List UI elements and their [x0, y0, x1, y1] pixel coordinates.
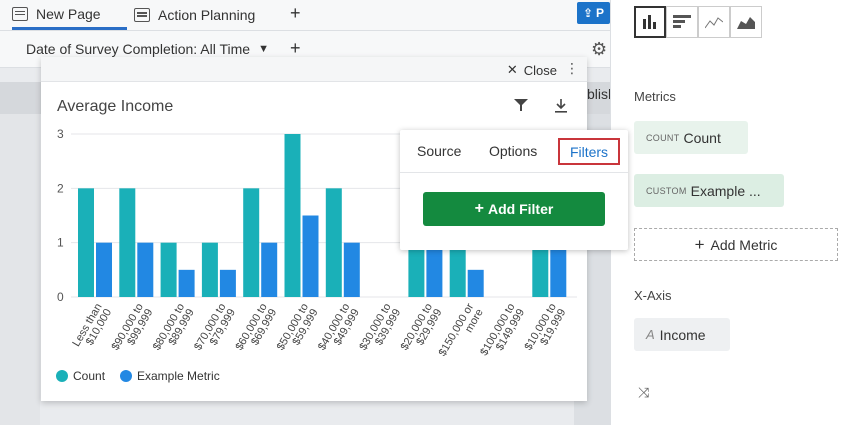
metric-count[interactable]: COUNT Count [634, 121, 748, 154]
publish-label: P [596, 6, 605, 20]
widget-settings-panel: Metrics COUNT Count CUSTOM Example ... +… [610, 0, 850, 425]
y-tick-label: 1 [57, 236, 64, 250]
metric-name: Count [683, 129, 721, 146]
x-tick-label: $60,000 to$69,999 [233, 302, 279, 359]
x-tick-label: Less than$10,000 [70, 302, 114, 355]
legend-label: Count [73, 369, 106, 383]
tab-source[interactable]: Source [417, 130, 461, 172]
bar-count [284, 134, 301, 297]
background-panel [0, 114, 40, 425]
x-tick-label: $80,000 to$89,999 [151, 302, 197, 359]
legend-marker [56, 370, 68, 382]
x-tick-label: $70,000 to$79,999 [192, 302, 238, 359]
bar-count [119, 188, 136, 297]
publish-button[interactable]: ⇪ P [577, 2, 610, 24]
metric-type-label: COUNT [646, 132, 680, 143]
bar-example-metric [137, 242, 154, 297]
bar-example-metric [219, 269, 236, 297]
chart-type-switcher [634, 6, 762, 38]
y-tick-label: 2 [57, 181, 64, 195]
x-tick-label: $10,000 to$19,999 [523, 302, 569, 359]
tab-options[interactable]: Options [489, 130, 537, 172]
bar-count [532, 242, 549, 297]
xaxis-field-income[interactable]: A Income [634, 318, 730, 351]
gear-icon[interactable]: ⚙ [591, 39, 607, 60]
metrics-label: Metrics [634, 89, 676, 104]
x-tick-label: $50,000 to$59,999 [275, 302, 321, 359]
area-chart-icon[interactable] [730, 6, 762, 38]
chevron-down-icon: ▼ [258, 43, 269, 55]
tab-label: Action Planning [158, 7, 256, 23]
bar-example-metric [343, 242, 360, 297]
xaxis-field-name: Income [659, 326, 706, 343]
bar-count [160, 242, 177, 297]
page-icon [134, 8, 150, 22]
bar-count [449, 242, 466, 297]
bar-example-metric [426, 242, 443, 297]
upload-icon: ⇪ [582, 6, 594, 20]
add-filter-plus-button[interactable]: + [290, 38, 301, 59]
legend-label: Example Metric [137, 369, 220, 383]
add-filter-button[interactable]: + Add Filter [423, 192, 605, 226]
bar-example-metric [302, 215, 319, 297]
tab-label: New Page [36, 5, 101, 22]
bar-example-metric [550, 242, 567, 297]
add-metric-button[interactable]: + Add Metric [634, 228, 838, 261]
x-tick-label: $30,000 to$39,999 [357, 302, 403, 359]
tab-new-page[interactable]: New Page [12, 0, 127, 30]
plus-icon: + [694, 234, 705, 254]
bar-chart-icon[interactable] [634, 6, 666, 38]
x-tick-label: $90,000 to$99,999 [110, 302, 156, 359]
xaxis-label: X-Axis [634, 288, 672, 303]
text-field-icon: A [646, 327, 655, 342]
add-metric-label: Add Metric [710, 236, 778, 253]
bar-count [243, 188, 260, 297]
bar-count [408, 242, 425, 297]
x-tick-label: $40,000 to$49,999 [316, 302, 362, 359]
date-filter-dropdown[interactable]: Date of Survey Completion: All Time ▼ [26, 41, 269, 57]
shuffle-icon[interactable]: ⤨ [638, 384, 649, 401]
page-icon [12, 6, 28, 21]
bar-count [201, 242, 218, 297]
tab-action-planning[interactable]: Action Planning [134, 0, 255, 30]
horizontal-bar-chart-icon[interactable] [666, 6, 698, 38]
bar-example-metric [96, 242, 112, 297]
bar-count [78, 188, 94, 297]
x-tick-label: $150,000 ormore [437, 301, 486, 364]
popover-divider [400, 172, 628, 173]
date-filter-label: Date of Survey Completion: All Time [26, 41, 251, 57]
y-tick-label: 0 [57, 290, 64, 304]
metric-example[interactable]: CUSTOM Example ... [634, 174, 784, 207]
bar-example-metric [178, 269, 195, 297]
bar-count [325, 188, 342, 297]
line-chart-icon[interactable] [698, 6, 730, 38]
x-tick-label: $100,000 to$149,999 [478, 302, 527, 364]
add-page-button[interactable]: + [290, 3, 301, 24]
bar-example-metric [467, 269, 484, 297]
add-filter-label: Add Filter [488, 201, 554, 217]
plus-icon: + [474, 200, 484, 217]
bar-example-metric [261, 242, 278, 297]
metric-type-label: CUSTOM [646, 185, 687, 196]
y-tick-label: 3 [57, 127, 64, 141]
tab-filters[interactable]: Filters [558, 138, 620, 165]
filter-popover: Source Options Filters + Add Filter [400, 130, 628, 250]
legend-marker [120, 370, 132, 382]
metric-name: Example ... [690, 182, 761, 199]
